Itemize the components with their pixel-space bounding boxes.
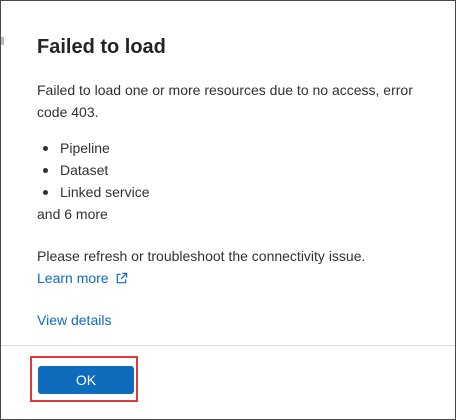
list-item: Dataset	[37, 159, 435, 181]
dialog-content: Failed to load Failed to load one or mor…	[37, 33, 435, 331]
bullet-icon	[43, 189, 48, 195]
bullet-icon	[43, 167, 48, 173]
more-count-text: and 6 more	[37, 206, 108, 222]
learn-more-label: Learn more	[37, 270, 109, 286]
footer-divider	[1, 345, 455, 346]
failed-to-load-dialog: Failed to load Failed to load one or mor…	[0, 0, 456, 420]
error-message: Failed to load one or more resources due…	[37, 82, 413, 120]
learn-more-link[interactable]: Learn more	[37, 267, 128, 289]
refresh-hint: Please refresh or troubleshoot the conne…	[37, 248, 366, 264]
resource-list: Pipeline Dataset Linked service	[37, 137, 435, 203]
external-link-icon	[116, 272, 127, 283]
ok-button[interactable]: OK	[38, 366, 134, 394]
resource-label: Dataset	[60, 162, 109, 178]
view-details-link[interactable]: View details	[37, 309, 111, 331]
edge-mark	[1, 37, 4, 45]
resource-label: Pipeline	[60, 140, 110, 156]
list-item: Linked service	[37, 181, 435, 203]
resource-label: Linked service	[60, 184, 150, 200]
dialog-title: Failed to load	[37, 36, 166, 58]
list-item: Pipeline	[37, 137, 435, 159]
bullet-icon	[43, 145, 48, 151]
